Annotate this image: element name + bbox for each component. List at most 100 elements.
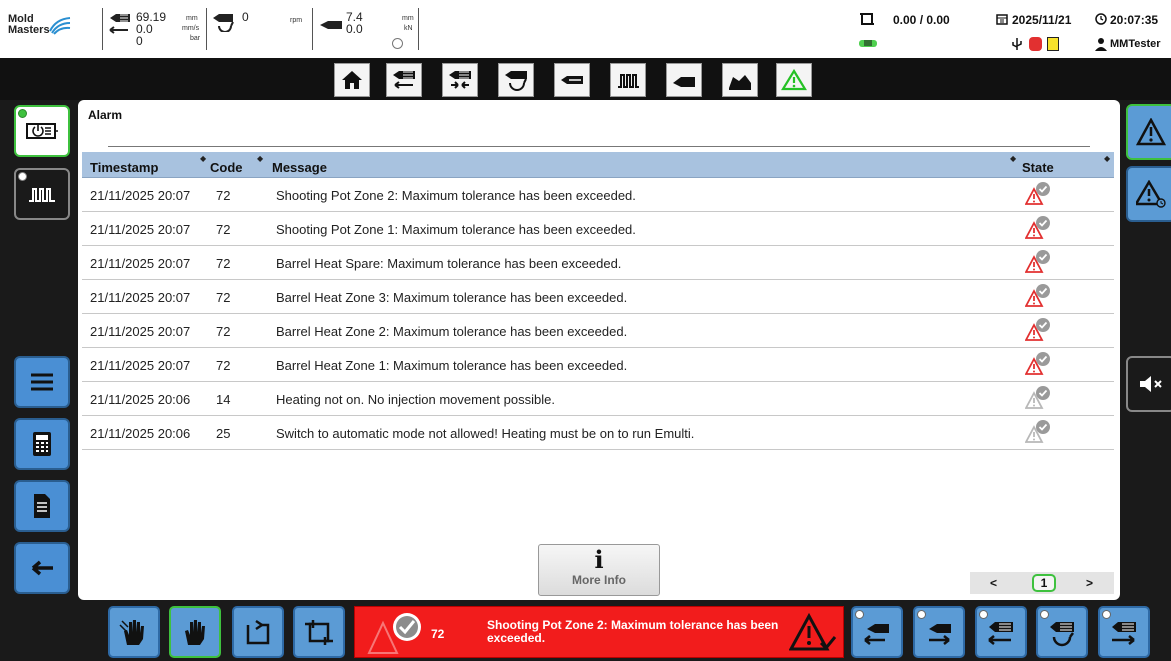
screw-rotation-button[interactable]	[1036, 606, 1088, 658]
power-controller-icon	[26, 123, 58, 139]
document-icon	[34, 494, 50, 518]
unit-mm-2: mm	[402, 15, 414, 22]
heating-zones-button[interactable]	[14, 168, 70, 220]
heating-zones-icon	[29, 188, 55, 202]
row-message: Heating not on. No injection movement po…	[276, 392, 555, 407]
nav-nozzle-button[interactable]	[554, 63, 590, 97]
table-row[interactable]: 21/11/2025 20:07 72 Barrel Heat Zone 2: Ma…	[82, 314, 1114, 348]
alarm-active-acknowledged-icon	[1025, 250, 1050, 273]
alarm-triangle-icon	[1136, 118, 1166, 146]
column-state[interactable]: State	[1022, 160, 1054, 175]
arrow-left-icon	[31, 560, 53, 576]
ejector-icon	[673, 77, 695, 87]
green-injection-icon	[859, 40, 877, 47]
function-nav-bar	[0, 58, 1171, 100]
row-code: 25	[216, 426, 231, 441]
home-icon	[342, 71, 362, 89]
table-row[interactable]: 21/11/2025 20:07 72 Barrel Heat Zone 3: Ma…	[82, 280, 1114, 314]
controller-power-button[interactable]	[14, 105, 70, 157]
semi-auto-mode-button[interactable]	[232, 606, 284, 658]
nozzle-forward-button[interactable]	[913, 606, 965, 658]
nav-home-button[interactable]	[334, 63, 370, 97]
table-row[interactable]: 21/11/2025 20:06 25 Switch to automatic mo…	[82, 416, 1114, 450]
column-message[interactable]: Message	[272, 160, 327, 175]
row-code: 14	[216, 392, 231, 407]
row-code: 72	[216, 256, 231, 271]
back-button[interactable]	[14, 542, 70, 594]
table-row[interactable]: 21/11/2025 20:07 72 Shooting Pot Zone 1: M…	[82, 212, 1114, 246]
sort-icon[interactable]: ◆	[200, 154, 206, 163]
prev-page-button[interactable]: <	[990, 576, 997, 590]
screw-rotation-icon	[213, 14, 234, 32]
row-message: Shooting Pot Zone 2: Maximum tolerance h…	[276, 188, 636, 203]
row-message: Shooting Pot Zone 1: Maximum tolerance h…	[276, 222, 636, 237]
unit-mm: mm	[186, 15, 198, 22]
table-row[interactable]: 21/11/2025 20:06 14 Heating not on. No inj…	[82, 382, 1114, 416]
manual-mode-button[interactable]	[108, 606, 160, 658]
row-timestamp: 21/11/2025 20:06	[90, 392, 191, 407]
calculator-button[interactable]	[14, 418, 70, 470]
current-page[interactable]: 1	[1032, 574, 1056, 592]
nav-ejector-button[interactable]	[666, 63, 702, 97]
sort-icon[interactable]: ◆	[257, 154, 263, 163]
hand-manual-icon	[119, 620, 144, 645]
hamburger-menu-icon	[31, 373, 53, 391]
info-icon: i	[594, 545, 604, 574]
injection-forward-button[interactable]	[1098, 606, 1150, 658]
time-display: 20:07:35	[1110, 13, 1159, 27]
logo-wave-icon	[49, 17, 71, 35]
auto-mode-button[interactable]	[293, 606, 345, 658]
alarm-history-icon	[1136, 180, 1166, 208]
nav-profile-button[interactable]	[722, 63, 758, 97]
row-code: 72	[216, 358, 231, 373]
alarm-inactive-acknowledged-icon	[1025, 420, 1050, 443]
alarm-panel: Alarm Timestamp ◆ Code ◆ Message ◆ State…	[78, 100, 1120, 600]
screw-rotation-icon	[1050, 622, 1074, 647]
nav-screw-rotation-button[interactable]	[498, 63, 534, 97]
speaker-mute-icon	[1140, 376, 1162, 392]
row-timestamp: 21/11/2025 20:07	[90, 324, 191, 339]
table-row[interactable]: 21/11/2025 20:07 72 Barrel Heat Spare: Max…	[82, 246, 1114, 280]
sort-icon[interactable]: ◆	[1010, 154, 1016, 163]
cycle-icon	[860, 13, 874, 25]
more-info-button[interactable]: i More Info	[538, 544, 660, 596]
nav-alarm-button[interactable]	[776, 63, 812, 97]
nav-heating-button[interactable]	[610, 63, 646, 97]
unit-kn: kN	[404, 25, 413, 32]
nozzle-back-button[interactable]	[851, 606, 903, 658]
mute-button[interactable]	[1126, 356, 1171, 412]
table-header: Timestamp ◆ Code ◆ Message ◆ State ◆	[82, 152, 1114, 178]
table-row[interactable]: 21/11/2025 20:07 72 Barrel Heat Zone 1: Ma…	[82, 348, 1114, 382]
alarm-active-acknowledged-icon	[1025, 352, 1050, 375]
rotation-readout: 0	[242, 10, 249, 24]
column-code[interactable]: Code	[210, 160, 243, 175]
alarm-history-button[interactable]	[1126, 166, 1171, 222]
more-info-label: More Info	[572, 573, 626, 587]
alarm-message: Shooting Pot Zone 2: Maximum tolerance h…	[487, 618, 779, 645]
status-circle-indicator	[392, 38, 403, 49]
nav-injection-hold-button[interactable]	[442, 63, 478, 97]
injection-hold-icon	[449, 71, 471, 89]
clock-icon	[1095, 13, 1107, 25]
table-row[interactable]: 21/11/2025 20:07 72 Shooting Pot Zone 2: M…	[82, 178, 1114, 212]
setup-mode-button[interactable]	[169, 606, 221, 658]
row-message: Barrel Heat Zone 3: Maximum tolerance ha…	[276, 290, 628, 305]
user-name[interactable]: MMTester	[1110, 38, 1161, 50]
active-alarm-banner[interactable]: 72 Shooting Pot Zone 2: Maximum toleranc…	[354, 606, 844, 658]
nav-injection-back-button[interactable]	[386, 63, 422, 97]
sort-icon[interactable]: ◆	[1104, 154, 1110, 163]
date-display: 2025/11/21	[1012, 13, 1072, 27]
row-code: 72	[216, 290, 231, 305]
user-icon	[1095, 38, 1107, 51]
row-code: 72	[216, 222, 231, 237]
injection-back-button[interactable]	[975, 606, 1027, 658]
injection-back-icon	[393, 71, 415, 89]
alarm-warning-check-icon	[789, 613, 837, 651]
menu-button[interactable]	[14, 356, 70, 408]
calendar-icon	[996, 14, 1008, 25]
next-page-button[interactable]: >	[1086, 576, 1093, 590]
active-alarms-button[interactable]	[1126, 104, 1171, 160]
column-timestamp[interactable]: Timestamp	[90, 160, 158, 175]
document-button[interactable]	[14, 480, 70, 532]
unit-mms: mm/s	[182, 25, 200, 32]
